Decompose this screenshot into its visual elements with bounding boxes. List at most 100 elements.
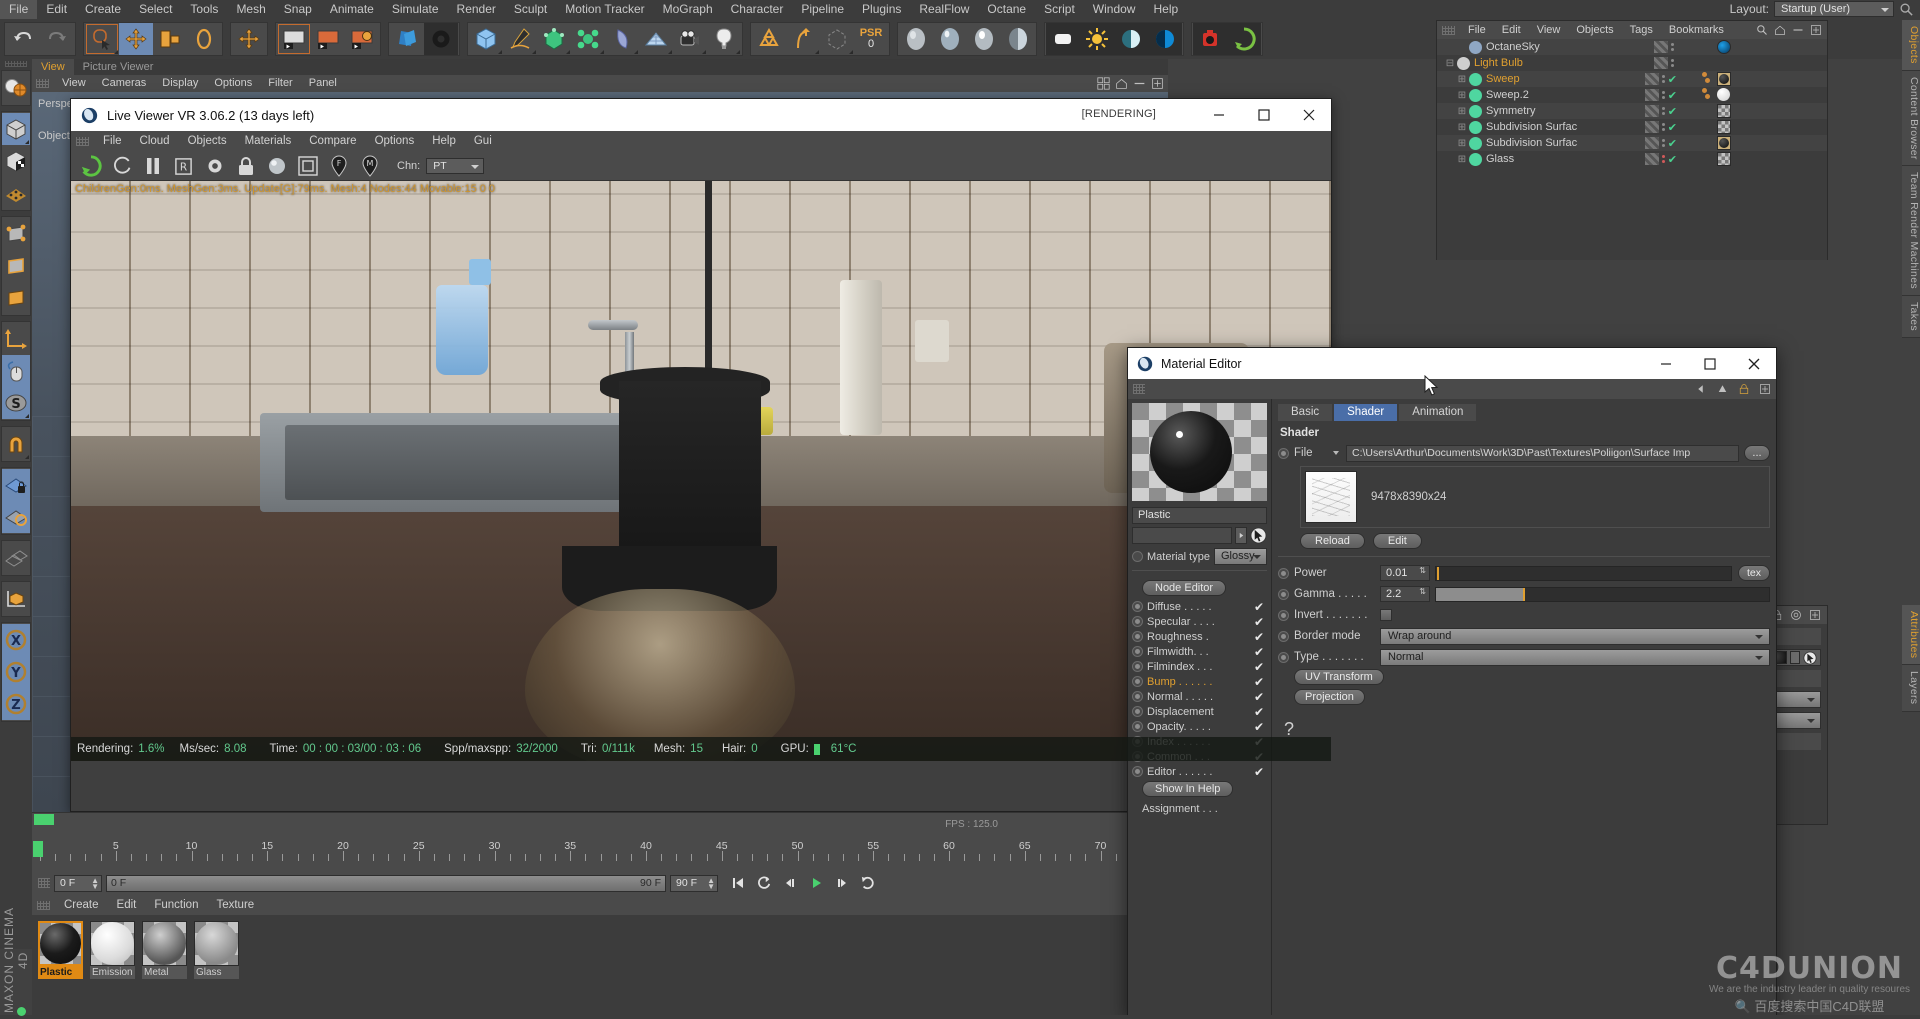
power-tex-button[interactable]: tex	[1738, 565, 1770, 581]
spline-pen-icon[interactable]	[503, 23, 537, 55]
live-viewer-menu-file[interactable]: File	[94, 131, 131, 152]
visibility-dots-icon[interactable]	[1661, 155, 1665, 163]
channel-radio[interactable]	[1132, 676, 1143, 687]
octane-start-icon[interactable]	[75, 153, 106, 180]
diffuse-material-icon[interactable]	[899, 23, 933, 55]
visibility-dots-icon[interactable]	[1661, 123, 1665, 131]
file-browse-button[interactable]: ...	[1744, 445, 1770, 461]
timeline-range-bar[interactable]: 0 F 90 F	[106, 874, 666, 892]
tree-expander-icon[interactable]: ⊞	[1455, 106, 1469, 117]
live-viewer-menu-cloud[interactable]: Cloud	[131, 131, 179, 152]
timeline-key-marker[interactable]	[34, 814, 54, 825]
object-row[interactable]: ⊞ Sweep.2 ✔	[1437, 87, 1827, 103]
panel-grip-icon[interactable]	[1133, 384, 1145, 394]
channel-checkbox[interactable]: ✔	[1251, 645, 1267, 659]
channel-checkbox[interactable]: ✔	[1251, 690, 1267, 704]
object-row[interactable]: ⊞ Symmetry ✔	[1437, 103, 1827, 119]
channel-checkbox[interactable]: ✔	[1251, 675, 1267, 689]
four-view-icon[interactable]	[1097, 77, 1110, 90]
reload-button[interactable]: Reload	[1300, 533, 1365, 549]
render-picture-icon[interactable]	[311, 23, 345, 55]
material-swatch[interactable]: Plastic	[38, 921, 83, 1019]
power-radio[interactable]	[1278, 567, 1289, 579]
channel-label[interactable]: Specular . . . .	[1147, 616, 1251, 628]
recycle-icon[interactable]	[752, 23, 786, 55]
object-name[interactable]: Subdivision Surfac	[1486, 121, 1577, 133]
gamma-radio[interactable]	[1278, 588, 1289, 600]
timeline-playhead[interactable]	[33, 841, 43, 857]
channel-label[interactable]: Diffuse . . . . .	[1147, 601, 1251, 613]
visibility-dots-icon[interactable]	[1661, 139, 1665, 147]
object-menu-bookmarks[interactable]: Bookmarks	[1661, 21, 1732, 39]
visibility-dots-icon[interactable]	[1671, 59, 1674, 67]
channel-checkbox[interactable]: ✔	[1251, 660, 1267, 674]
material-channel-row[interactable]: Filmwidth. . . ✔	[1132, 644, 1267, 659]
viewport-menu-panel[interactable]: Panel	[301, 75, 345, 92]
menu-item-edit[interactable]: Edit	[37, 0, 76, 19]
rotate-icon[interactable]	[187, 23, 221, 55]
material-channel-row[interactable]: Roughness . ✔	[1132, 629, 1267, 644]
spinner-icon[interactable]: ⇅	[1419, 588, 1426, 596]
menu-item-create[interactable]: Create	[76, 0, 130, 19]
channel-checkbox[interactable]: ✔	[1251, 600, 1267, 614]
live-viewer-menu-gui[interactable]: Gui	[465, 131, 501, 152]
viewport-menu-filter[interactable]: Filter	[260, 75, 300, 92]
channel-label[interactable]: Roughness .	[1147, 631, 1251, 643]
material-swatch[interactable]: Metal	[142, 921, 187, 1019]
picker-cursor-icon[interactable]	[1250, 527, 1267, 544]
panel-grip-icon[interactable]	[36, 79, 49, 88]
workplane-rotate-icon[interactable]	[2, 501, 30, 533]
render-view-icon[interactable]	[277, 23, 311, 55]
glossy-material-icon[interactable]	[933, 23, 967, 55]
object-menu-edit[interactable]: Edit	[1494, 21, 1529, 39]
layer-swatch-icon[interactable]	[1654, 57, 1668, 69]
tag-icon[interactable]	[1717, 152, 1731, 166]
hdri-env-icon[interactable]	[1114, 23, 1148, 55]
material-editor-tab-basic[interactable]: Basic	[1278, 404, 1333, 421]
snap-s-icon[interactable]: S	[2, 387, 30, 419]
material-menu-texture[interactable]: Texture	[207, 896, 263, 915]
viewport-tab-picture-viewer[interactable]: Picture Viewer	[74, 59, 163, 75]
border-mode-select[interactable]: Wrap around	[1380, 627, 1770, 645]
maximize-panel-icon[interactable]	[1809, 609, 1821, 621]
spinner-icon[interactable]: ▲ ▼	[91, 876, 99, 890]
channel-label[interactable]: Normal . . . . .	[1147, 691, 1251, 703]
panel-grip-icon[interactable]	[1442, 25, 1455, 35]
material-swatch[interactable]: Glass	[194, 921, 239, 1019]
minimize-panel-icon[interactable]	[1133, 77, 1146, 90]
world-object-axis-icon[interactable]	[2, 72, 30, 104]
render-settings-icon[interactable]	[345, 23, 379, 55]
live-viewer-menu-compare[interactable]: Compare	[300, 131, 365, 152]
channel-label[interactable]: Displacement	[1147, 706, 1251, 718]
close-icon[interactable]	[1732, 348, 1776, 379]
invert-checkbox[interactable]	[1380, 609, 1392, 621]
channel-radio[interactable]	[1132, 721, 1143, 732]
generator-icon[interactable]	[537, 23, 571, 55]
material-menu-create[interactable]: Create	[55, 896, 108, 915]
picker-cursor-icon[interactable]	[1803, 650, 1817, 665]
menu-item-animate[interactable]: Animate	[321, 0, 383, 19]
menu-item-realflow[interactable]: RealFlow	[910, 0, 978, 19]
sun-light-icon[interactable]	[1080, 23, 1114, 55]
material-picker-icon[interactable]: M	[354, 153, 385, 180]
lock-icon[interactable]	[230, 153, 261, 180]
texture-env-icon[interactable]	[1148, 23, 1182, 55]
tag-icon[interactable]	[1717, 120, 1731, 134]
redo-icon[interactable]	[40, 23, 74, 55]
volume-icon[interactable]	[820, 23, 854, 55]
enable-check-icon[interactable]: ✔	[1668, 89, 1677, 102]
object-row[interactable]: ⊟ Light Bulb	[1437, 55, 1827, 71]
edges-component-icon[interactable]	[2, 250, 30, 282]
slider-knob[interactable]	[1522, 587, 1525, 601]
tag-icon[interactable]	[1700, 88, 1714, 102]
render-region-icon[interactable]	[292, 153, 323, 180]
points-component-icon[interactable]	[2, 218, 30, 250]
panel-grip-icon[interactable]	[38, 878, 50, 888]
target-icon[interactable]	[1790, 609, 1802, 621]
menu-item-plugins[interactable]: Plugins	[853, 0, 910, 19]
viewport-solo-icon[interactable]	[2, 355, 30, 387]
material-swatch[interactable]: Emission	[90, 921, 135, 1019]
assignment-label[interactable]: Assignment . . .	[1142, 803, 1267, 815]
object-menu-view[interactable]: View	[1529, 21, 1569, 39]
step-forward-icon[interactable]	[830, 873, 854, 893]
